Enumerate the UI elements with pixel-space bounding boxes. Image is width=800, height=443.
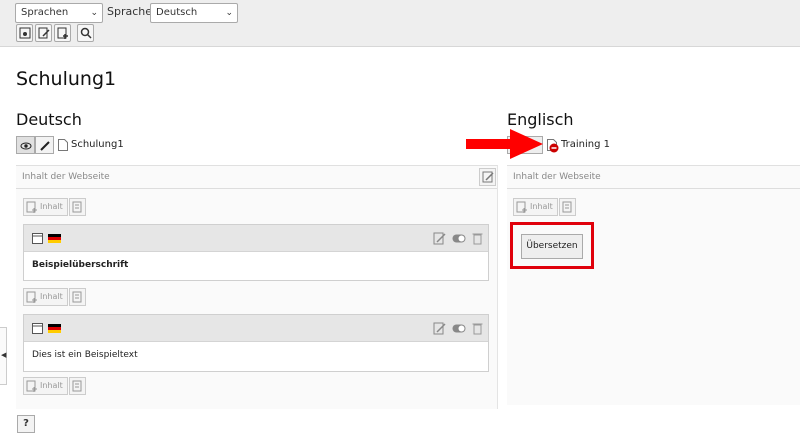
hidden-status-icon bbox=[549, 143, 559, 153]
column-header-label: Inhalt der Webseite bbox=[513, 172, 601, 182]
paste-button[interactable] bbox=[69, 377, 86, 395]
edit-column-button[interactable] bbox=[479, 168, 496, 186]
edit-page-button[interactable] bbox=[35, 24, 52, 42]
sidebar-toggle[interactable]: ◀ bbox=[0, 327, 7, 385]
view-button[interactable] bbox=[16, 136, 35, 154]
german-flag-icon bbox=[48, 234, 61, 243]
view-mode-select[interactable]: Sprachen ⌄ bbox=[15, 3, 103, 23]
new-content-button[interactable]: Inhalt bbox=[23, 288, 68, 306]
new-content-button[interactable]: Inhalt bbox=[23, 377, 68, 395]
new-content-label: Inhalt bbox=[40, 381, 63, 390]
new-page-button[interactable] bbox=[54, 24, 71, 42]
paste-icon bbox=[72, 201, 82, 213]
edit-icon bbox=[482, 171, 494, 183]
content-element[interactable]: Dies ist ein Beispieltext bbox=[23, 314, 489, 372]
paste-icon bbox=[72, 291, 82, 303]
page-name-englisch[interactable]: Training 1 bbox=[561, 139, 610, 150]
paste-icon bbox=[562, 201, 572, 213]
chevron-down-icon: ⌄ bbox=[225, 8, 233, 18]
new-content-label: Inhalt bbox=[530, 202, 553, 211]
chevron-down-icon: ⌄ bbox=[90, 8, 98, 18]
toggle-icon[interactable] bbox=[452, 234, 466, 243]
paste-button[interactable] bbox=[69, 288, 86, 306]
column-header-label: Inhalt der Webseite bbox=[22, 172, 110, 182]
trash-icon[interactable] bbox=[472, 322, 483, 335]
pencil-icon bbox=[40, 141, 50, 151]
language-label: Sprache: bbox=[107, 5, 156, 18]
view-page-icon bbox=[19, 27, 31, 39]
toggle-icon[interactable] bbox=[452, 324, 466, 333]
content-element-header bbox=[24, 225, 488, 252]
new-content-icon bbox=[26, 201, 37, 213]
page-icon bbox=[58, 139, 68, 151]
paste-button[interactable] bbox=[69, 198, 86, 216]
chevron-left-icon: ◀ bbox=[1, 351, 7, 359]
search-button[interactable] bbox=[77, 24, 94, 42]
translate-button[interactable]: Übersetzen bbox=[521, 234, 583, 259]
new-content-icon bbox=[26, 291, 37, 303]
view-page-button[interactable] bbox=[16, 24, 33, 42]
lang-title-deutsch: Deutsch bbox=[16, 110, 82, 129]
new-page-icon bbox=[57, 27, 68, 39]
content-element[interactable]: Beispielüberschrift bbox=[23, 224, 489, 281]
edit-page-icon bbox=[38, 27, 50, 39]
translate-highlight: Übersetzen bbox=[510, 222, 594, 269]
help-button[interactable]: ? bbox=[17, 415, 35, 433]
new-content-label: Inhalt bbox=[40, 292, 63, 301]
paste-icon bbox=[72, 380, 82, 392]
content-element-text: Dies ist ein Beispieltext bbox=[32, 350, 138, 360]
edit-icon[interactable] bbox=[433, 322, 446, 335]
left-column: Inhalt der Webseite bbox=[16, 165, 498, 409]
new-content-button[interactable]: Inhalt bbox=[513, 198, 558, 216]
trash-icon[interactable] bbox=[472, 232, 483, 245]
edit-button[interactable] bbox=[35, 136, 54, 154]
german-flag-icon bbox=[48, 324, 61, 333]
content-element-header bbox=[24, 315, 488, 342]
new-content-label: Inhalt bbox=[40, 202, 63, 211]
new-content-icon bbox=[516, 201, 527, 213]
new-content-button[interactable]: Inhalt bbox=[23, 198, 68, 216]
page-title: Schulung1 bbox=[16, 68, 117, 90]
column-header: Inhalt der Webseite bbox=[16, 166, 497, 189]
page-name-deutsch[interactable]: Schulung1 bbox=[71, 139, 124, 150]
top-toolbar: Sprachen ⌄ Sprache: Deutsch ⌄ bbox=[0, 0, 800, 47]
paste-button[interactable] bbox=[559, 198, 576, 216]
arrow-annotation-icon bbox=[466, 129, 543, 159]
search-icon bbox=[80, 27, 92, 39]
eye-icon bbox=[20, 142, 32, 150]
new-content-icon bbox=[26, 380, 37, 392]
edit-icon[interactable] bbox=[433, 232, 446, 245]
column-header: Inhalt der Webseite bbox=[507, 166, 800, 189]
language-select[interactable]: Deutsch ⌄ bbox=[150, 3, 238, 23]
content-element-text: Beispielüberschrift bbox=[32, 260, 129, 270]
text-element-icon bbox=[32, 233, 43, 244]
language-value: Deutsch bbox=[156, 7, 198, 18]
text-element-icon bbox=[32, 323, 43, 334]
view-mode-value: Sprachen bbox=[21, 7, 69, 18]
